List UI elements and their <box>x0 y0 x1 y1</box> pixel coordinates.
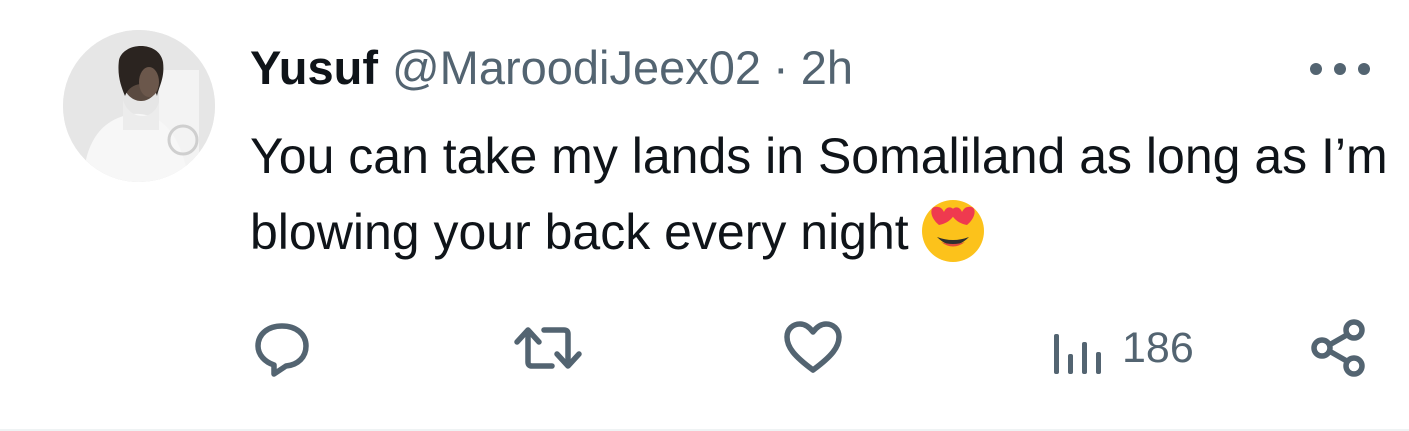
tweet-text-container: You can take my lands in Somaliland as l… <box>250 118 1390 270</box>
share-icon <box>1311 319 1365 377</box>
more-dot <box>1310 63 1322 75</box>
reply-button[interactable] <box>252 318 312 378</box>
tweet-text: You can take my lands in Somaliland as l… <box>250 128 1388 260</box>
retweet-icon <box>514 327 582 369</box>
like-button[interactable] <box>782 318 844 378</box>
avatar-photo <box>63 30 215 182</box>
reply-icon <box>255 323 309 377</box>
author-name[interactable]: Yusuf <box>250 38 378 98</box>
retweet-button[interactable] <box>512 318 584 378</box>
more-dot <box>1334 63 1346 75</box>
tweet-header: Yusuf @MaroodiJeex02 · 2h <box>250 38 853 98</box>
tweet-timestamp[interactable]: 2h <box>801 38 853 98</box>
more-icon[interactable] <box>1310 52 1370 86</box>
separator-dot: · <box>773 41 789 94</box>
more-dot <box>1358 63 1370 75</box>
tweet[interactable]: Yusuf @MaroodiJeex02 · 2h You can take m… <box>0 0 1409 431</box>
author-handle[interactable]: @MaroodiJeex02 <box>392 38 761 98</box>
views-count: 186 <box>1122 324 1194 372</box>
avatar[interactable] <box>63 30 215 182</box>
views-icon <box>1054 334 1101 374</box>
views-button[interactable]: 186 <box>1050 318 1194 378</box>
heart-icon <box>784 321 842 373</box>
heart-eyes-emoji-icon <box>921 200 984 262</box>
share-button[interactable] <box>1308 318 1368 378</box>
